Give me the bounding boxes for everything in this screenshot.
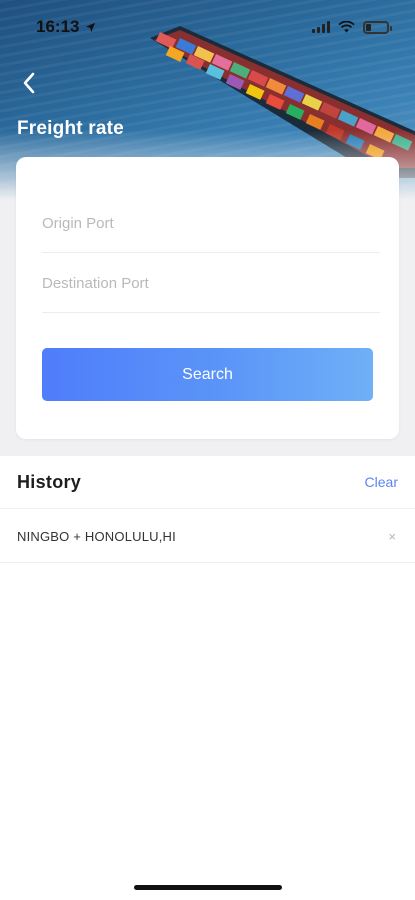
cellular-signal-icon xyxy=(312,21,330,33)
page-title: Freight rate xyxy=(17,118,124,139)
history-item[interactable]: NINGBO + HONOLULU,HI × xyxy=(0,510,415,563)
destination-port-field xyxy=(42,255,380,313)
wifi-icon xyxy=(338,21,355,33)
battery-icon xyxy=(363,20,392,34)
status-time: 16:13 xyxy=(36,17,96,37)
destination-port-input[interactable] xyxy=(42,275,380,292)
clear-history-link[interactable]: Clear xyxy=(365,474,398,490)
location-arrow-icon xyxy=(86,22,96,32)
chevron-left-icon xyxy=(23,72,35,94)
history-header: History Clear xyxy=(0,456,415,509)
search-card: Search xyxy=(16,157,399,439)
origin-port-input[interactable] xyxy=(42,215,380,232)
remove-history-item-icon[interactable]: × xyxy=(386,529,398,544)
status-bar: 16:13 xyxy=(0,0,415,54)
back-button[interactable] xyxy=(14,66,44,100)
search-button[interactable]: Search xyxy=(42,348,373,401)
history-item-label: NINGBO + HONOLULU,HI xyxy=(17,528,176,544)
origin-port-field xyxy=(42,195,380,253)
history-title: History xyxy=(17,471,82,492)
home-indicator xyxy=(134,885,282,890)
